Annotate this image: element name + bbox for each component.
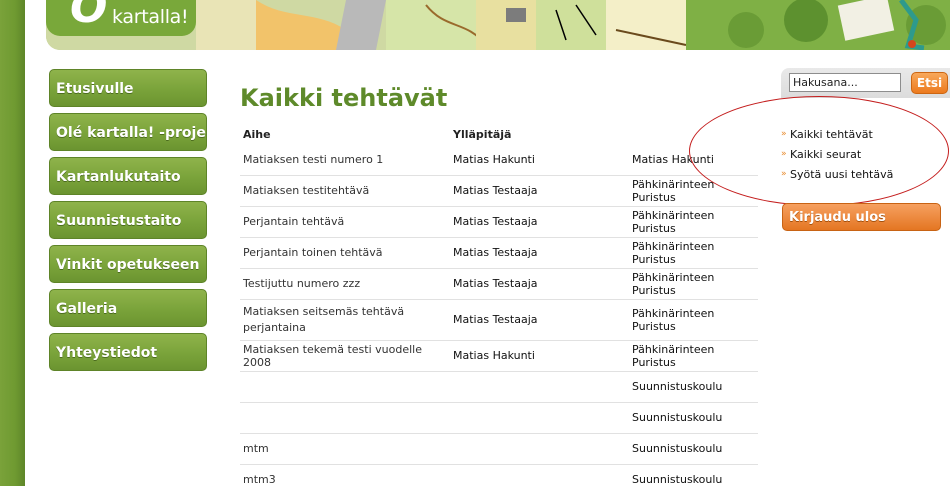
- side-link-label: Kaikki seurat: [790, 147, 862, 161]
- logo-mark: O: [70, 0, 108, 33]
- task-topic-link[interactable]: Testijuttu numero zzz: [240, 268, 450, 300]
- table-row: mtm Suunnistuskoulu: [240, 433, 758, 465]
- side-link-all-clubs[interactable]: » Kaikki seurat: [781, 144, 950, 164]
- search-input[interactable]: [789, 73, 901, 92]
- task-topic-link[interactable]: mtm: [240, 433, 450, 465]
- task-organization: Pähkinärinteen Puristus: [629, 175, 758, 207]
- table-row: Matiaksen testi numero 1 Matias Hakunti …: [240, 144, 758, 176]
- search-button[interactable]: Etsi: [911, 72, 948, 94]
- task-owner: [450, 371, 629, 403]
- arrow-right-icon: »: [781, 169, 787, 179]
- task-organization: Suunnistuskoulu: [629, 433, 758, 465]
- task-organization: Pähkinärinteen Puristus: [629, 237, 758, 269]
- side-link-new-task[interactable]: » Syötä uusi tehtävä: [781, 164, 950, 184]
- table-row: Matiaksen seitsemäs tehtävä perjantaina …: [240, 299, 758, 341]
- column-header-topic[interactable]: Aihe: [240, 122, 450, 144]
- task-owner: Matias Testaaja: [450, 237, 629, 269]
- table-row: mtm3 Suunnistuskoulu: [240, 464, 758, 486]
- task-topic-link[interactable]: Perjantain tehtävä: [240, 206, 450, 238]
- main-navigation: Etusivulle Olé kartalla! -projekti Karta…: [49, 69, 207, 377]
- table-row: Matiaksen tekemä testi vuodelle 2008 Mat…: [240, 340, 758, 372]
- column-header-organization: [629, 122, 758, 144]
- logout-button[interactable]: Kirjaudu ulos: [782, 203, 941, 231]
- nav-item-yhteystiedot[interactable]: Yhteystiedot: [49, 333, 207, 371]
- column-header-owner[interactable]: Ylläpitäjä: [450, 122, 629, 144]
- task-owner: Matias Testaaja: [450, 206, 629, 238]
- task-owner: Matias Hakunti: [450, 144, 629, 176]
- task-owner: [450, 464, 629, 486]
- task-topic-link[interactable]: Matiaksen testi numero 1: [240, 144, 450, 176]
- nav-item-galleria[interactable]: Galleria: [49, 289, 207, 327]
- task-owner: Matias Testaaja: [450, 299, 629, 341]
- task-organization: Suunnistuskoulu: [629, 371, 758, 403]
- task-topic-link[interactable]: Perjantain toinen tehtävä: [240, 237, 450, 269]
- table-row: Matiaksen testitehtävä Matias Testaaja P…: [240, 175, 758, 207]
- task-topic-link[interactable]: Matiaksen testitehtävä: [240, 175, 450, 207]
- arrow-right-icon: »: [781, 129, 787, 139]
- search-box: Etsi: [781, 68, 950, 98]
- task-organization: Suunnistuskoulu: [629, 402, 758, 434]
- table-row: Perjantain tehtävä Matias Testaaja Pähki…: [240, 206, 758, 238]
- table-row: Suunnistuskoulu: [240, 402, 758, 434]
- table-row: Testijuttu numero zzz Matias Testaaja Pä…: [240, 268, 758, 300]
- task-owner: [450, 433, 629, 465]
- tasks-table: Aihe Ylläpitäjä Matiaksen testi numero 1…: [240, 122, 758, 486]
- side-links: » Kaikki tehtävät » Kaikki seurat » Syöt…: [781, 124, 950, 184]
- table-header-row: Aihe Ylläpitäjä: [240, 122, 758, 144]
- task-topic-link[interactable]: Matiaksen tekemä testi vuodelle 2008: [240, 340, 450, 372]
- task-owner: Matias Hakunti: [450, 340, 629, 372]
- nav-item-vinkit-opetukseen[interactable]: Vinkit opetukseen: [49, 245, 207, 283]
- task-organization: Pähkinärinteen Puristus: [629, 299, 758, 341]
- page-title: Kaikki tehtävät: [240, 84, 448, 112]
- task-topic-link[interactable]: mtm3: [240, 464, 450, 486]
- task-owner: Matias Testaaja: [450, 268, 629, 300]
- task-topic-link[interactable]: [240, 371, 450, 403]
- nav-item-kartanlukutaito[interactable]: Kartanlukutaito: [49, 157, 207, 195]
- task-owner: Matias Testaaja: [450, 175, 629, 207]
- task-organization: Suunnistuskoulu: [629, 464, 758, 486]
- task-topic-link[interactable]: [240, 402, 450, 434]
- table-row: Perjantain toinen tehtävä Matias Testaaj…: [240, 237, 758, 269]
- task-organization: Pähkinärinteen Puristus: [629, 268, 758, 300]
- nav-item-ole-kartalla-projekti[interactable]: Olé kartalla! -projekti: [49, 113, 207, 151]
- task-topic-link[interactable]: Matiaksen seitsemäs tehtävä perjantaina: [240, 299, 450, 341]
- side-link-all-tasks[interactable]: » Kaikki tehtävät: [781, 124, 950, 144]
- task-organization: Matias Hakunti: [629, 144, 758, 176]
- side-link-label: Syötä uusi tehtävä: [790, 167, 894, 181]
- logo-text: kartalla!: [112, 6, 189, 28]
- task-organization: Pähkinärinteen Puristus: [629, 340, 758, 372]
- nav-item-suunnistustaito[interactable]: Suunnistustaito: [49, 201, 207, 239]
- side-link-label: Kaikki tehtävät: [790, 127, 873, 141]
- page-left-border: [0, 0, 25, 486]
- task-owner: [450, 402, 629, 434]
- nav-item-etusivulle[interactable]: Etusivulle: [49, 69, 207, 107]
- arrow-right-icon: »: [781, 149, 787, 159]
- table-row: Suunnistuskoulu: [240, 371, 758, 403]
- task-organization: Pähkinärinteen Puristus: [629, 206, 758, 238]
